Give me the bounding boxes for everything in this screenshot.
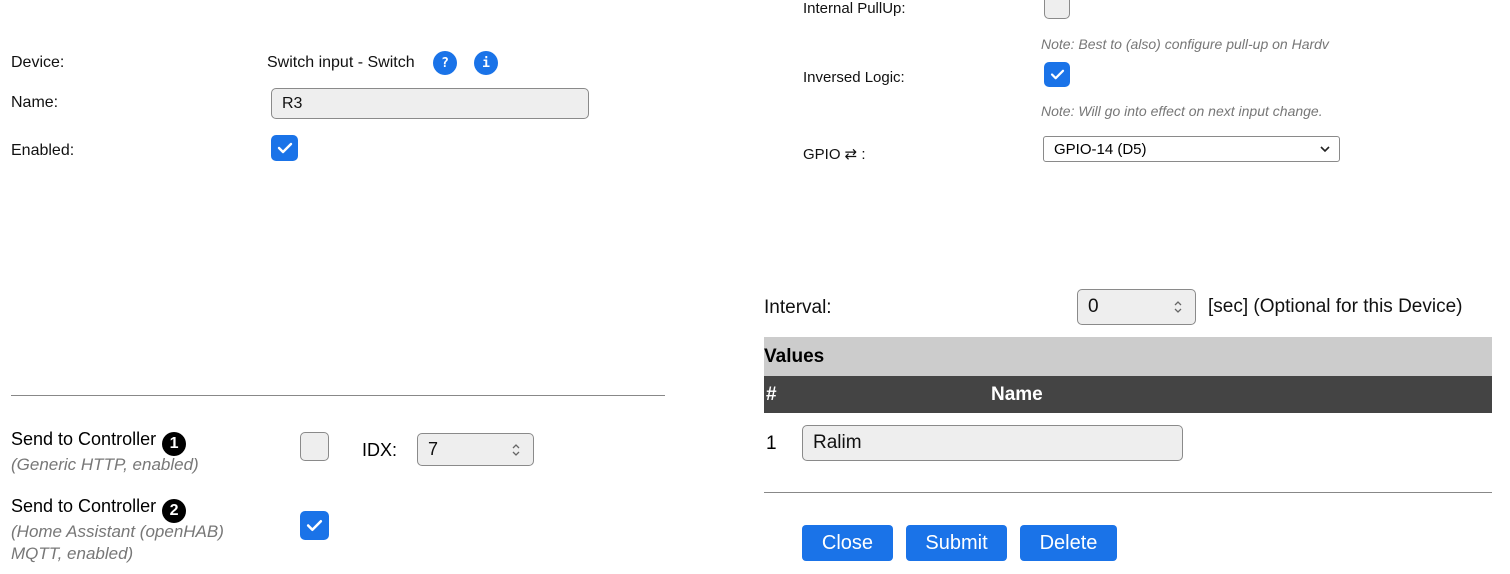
inversed-checkbox[interactable]: [1044, 62, 1070, 87]
info-icon[interactable]: i: [474, 51, 498, 75]
inversed-label: Inversed Logic:: [803, 69, 905, 86]
enabled-checkbox[interactable]: [271, 135, 298, 161]
name-input[interactable]: R3: [271, 88, 589, 119]
name-input-value: R3: [282, 94, 303, 112]
value-name-input[interactable]: Ralim: [802, 425, 1183, 461]
row-num: 1: [766, 433, 777, 454]
values-section-title: Values: [764, 346, 825, 367]
gpio-select[interactable]: GPIO-14 (D5): [1043, 136, 1340, 162]
idx-label: IDX:: [362, 440, 398, 460]
chevron-down-icon: [1320, 146, 1330, 153]
divider: [764, 492, 1492, 493]
delete-button[interactable]: Delete: [1020, 525, 1117, 561]
controller-2-description-2: MQTT, enabled): [11, 544, 134, 563]
controller-1-checkbox[interactable]: [300, 432, 329, 461]
controller-2-title-text: Send to Controller: [11, 496, 157, 516]
interval-value: 0: [1088, 296, 1099, 317]
interval-input[interactable]: 0: [1077, 289, 1196, 325]
submit-button[interactable]: Submit: [906, 525, 1007, 561]
check-icon: [1050, 69, 1064, 80]
interval-label: Interval:: [764, 297, 832, 318]
device-value: Switch input - Switch: [267, 54, 415, 71]
controller-2-title: Send to Controller 2: [11, 496, 187, 523]
value-name: Ralim: [813, 432, 862, 453]
inversed-note: Note: Will go into effect on next input …: [1041, 103, 1323, 119]
check-icon: [306, 519, 323, 532]
values-table-header: # Name: [764, 376, 1492, 413]
controller-2-description-1: (Home Assistant (openHAB): [11, 522, 224, 541]
spinner-icon[interactable]: [511, 443, 521, 457]
spinner-icon[interactable]: [1173, 300, 1183, 314]
controller-1-title: Send to Controller 1: [11, 429, 187, 456]
question-icon[interactable]: ?: [433, 51, 457, 75]
gpio-label: GPIO ⇄ :: [803, 146, 866, 163]
pullup-label: Internal PullUp:: [803, 0, 906, 17]
gpio-select-value: GPIO-14 (D5): [1054, 140, 1147, 158]
controller-1-description: (Generic HTTP, enabled): [11, 455, 199, 474]
controller-1-badge: 1: [162, 432, 187, 456]
idx-value: 7: [428, 439, 439, 459]
values-section-header: Values: [764, 337, 1492, 376]
device-label: Device:: [11, 54, 65, 71]
enabled-label: Enabled:: [11, 142, 75, 159]
pullup-note: Note: Best to (also) configure pull-up o…: [1041, 36, 1329, 52]
close-button[interactable]: Close: [802, 525, 893, 561]
divider: [11, 395, 665, 396]
check-icon: [277, 142, 292, 154]
pullup-checkbox[interactable]: [1044, 0, 1070, 19]
idx-input[interactable]: 7: [417, 433, 534, 466]
controller-2-checkbox[interactable]: [300, 511, 329, 540]
controller-1-title-text: Send to Controller: [11, 429, 157, 449]
col-num-header: #: [766, 384, 777, 405]
controller-2-badge: 2: [162, 499, 187, 523]
col-name-header: Name: [991, 384, 1043, 405]
table-row: 1 Ralim: [764, 413, 1492, 473]
interval-suffix: [sec] (Optional for this Device): [1208, 296, 1463, 317]
name-label: Name:: [11, 94, 59, 111]
